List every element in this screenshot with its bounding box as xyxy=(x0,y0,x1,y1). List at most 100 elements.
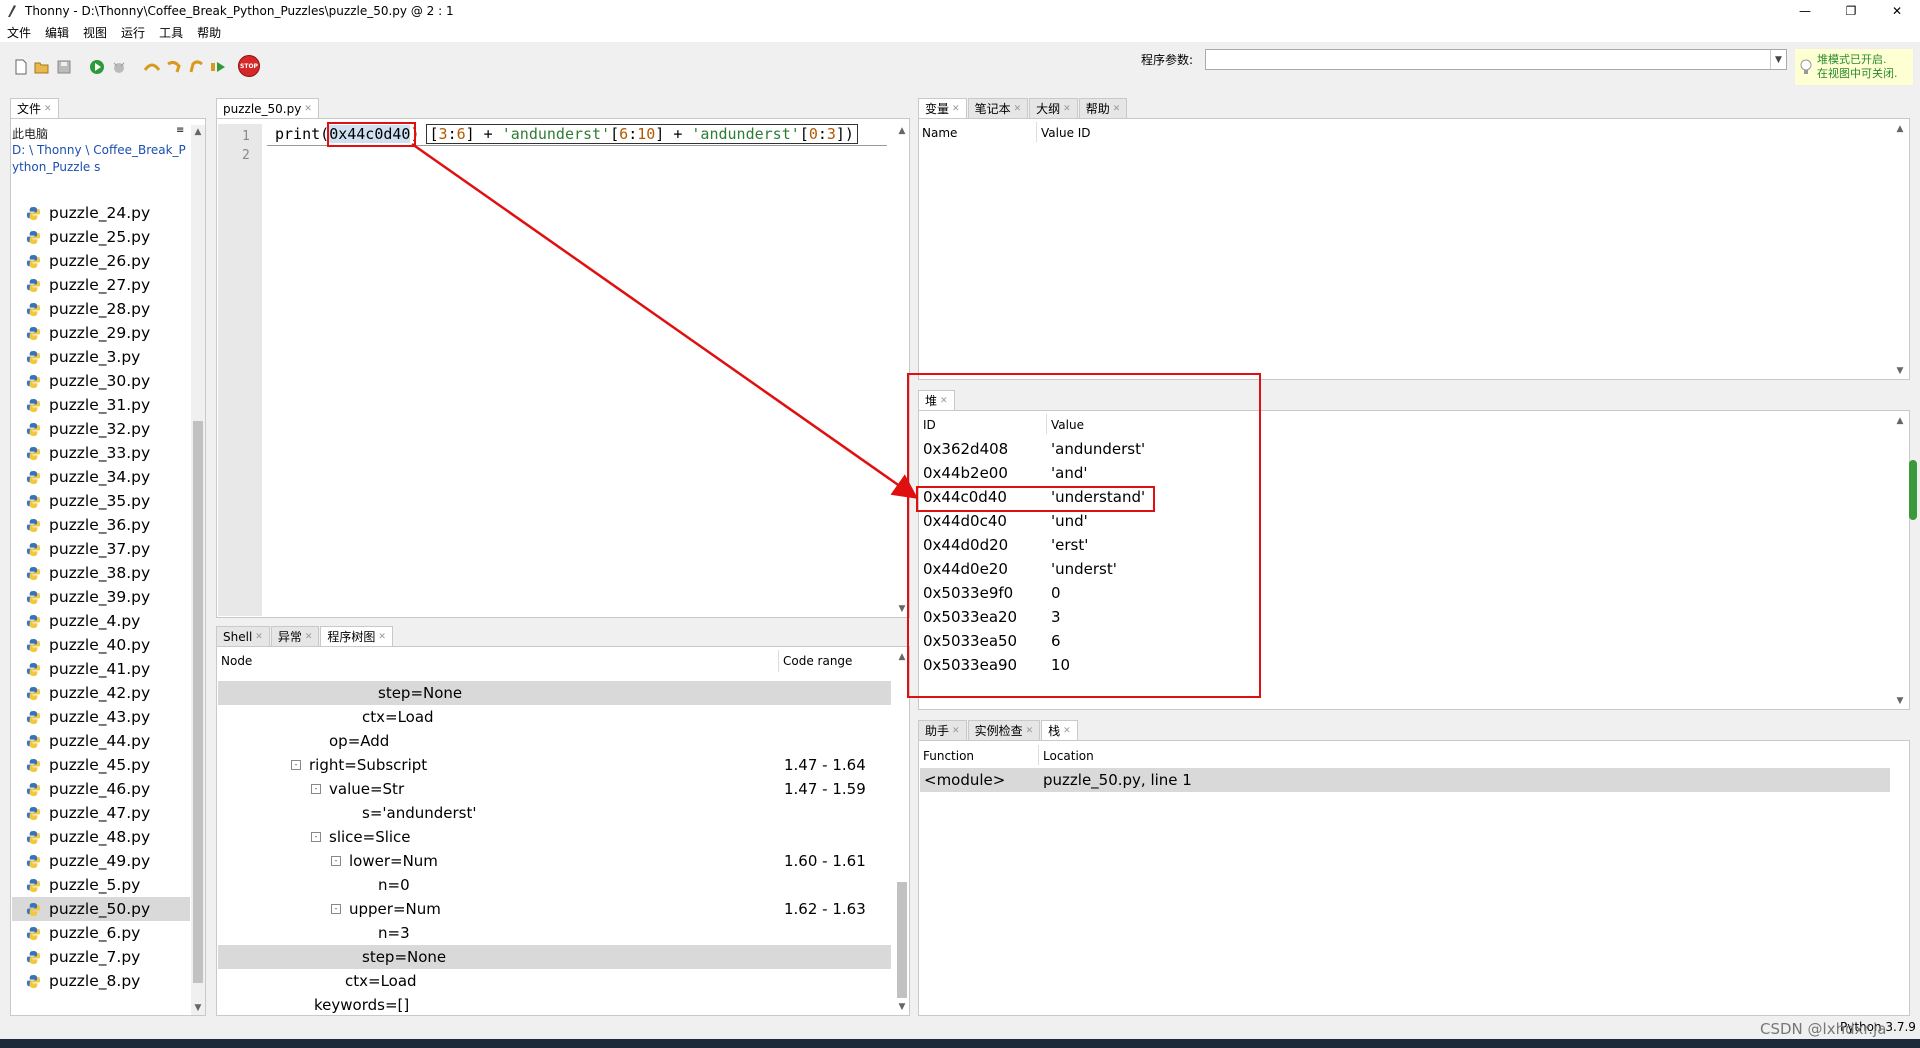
step-over-icon[interactable] xyxy=(143,58,161,76)
file-item[interactable]: puzzle_26.py xyxy=(12,249,190,273)
collapse-toggle-icon[interactable]: - xyxy=(331,904,341,914)
file-item[interactable]: puzzle_44.py xyxy=(12,729,190,753)
close-icon[interactable]: ✕ xyxy=(1113,104,1121,114)
tree-row[interactable]: step=None xyxy=(218,945,891,969)
save-icon[interactable] xyxy=(55,58,73,76)
this-pc-link[interactable]: 此电脑 xyxy=(12,125,190,142)
file-item[interactable]: puzzle_48.py xyxy=(12,825,190,849)
menu-tools[interactable]: 工具 xyxy=(152,24,190,41)
menu-view[interactable]: 视图 xyxy=(76,24,114,41)
close-icon[interactable]: ✕ xyxy=(378,632,386,642)
close-icon[interactable]: ✕ xyxy=(952,104,960,114)
tab-outline[interactable]: 大纲 ✕ xyxy=(1029,98,1078,118)
file-item[interactable]: puzzle_42.py xyxy=(12,681,190,705)
file-item[interactable]: puzzle_31.py xyxy=(12,393,190,417)
stack-frame-row[interactable]: <module> puzzle_50.py, line 1 xyxy=(920,768,1890,792)
tree-row[interactable]: step=None xyxy=(218,681,891,705)
close-icon[interactable]: ✕ xyxy=(1026,726,1034,736)
tab-files[interactable]: 文件 ✕ xyxy=(10,98,59,118)
tree-row[interactable]: s='andunderst' xyxy=(218,801,891,825)
close-icon[interactable]: ✕ xyxy=(1063,104,1071,114)
tree-row[interactable]: ctx=Load xyxy=(218,705,891,729)
tree-row[interactable]: op=Add xyxy=(218,729,891,753)
file-item[interactable]: puzzle_49.py xyxy=(12,849,190,873)
scroll-up-icon[interactable]: ▲ xyxy=(1893,122,1907,136)
file-item[interactable]: puzzle_7.py xyxy=(12,945,190,969)
debug-icon[interactable] xyxy=(110,58,128,76)
scroll-up-icon[interactable]: ▲ xyxy=(191,125,205,139)
file-item[interactable]: puzzle_27.py xyxy=(12,273,190,297)
program-args-input[interactable]: ▼ xyxy=(1205,49,1787,70)
tab-variables[interactable]: 变量 ✕ xyxy=(918,98,967,118)
scroll-down-icon[interactable]: ▼ xyxy=(1893,364,1907,378)
tab-exception[interactable]: 异常 ✕ xyxy=(270,626,320,646)
file-item[interactable]: puzzle_24.py xyxy=(12,201,190,225)
file-item[interactable]: puzzle_29.py xyxy=(12,321,190,345)
close-icon[interactable]: ✕ xyxy=(255,632,263,642)
file-list-scrollbar[interactable]: ▲ ▼ xyxy=(191,125,205,1015)
tree-row[interactable]: keywords=[] xyxy=(218,993,891,1017)
tab-puzzle-50[interactable]: puzzle_50.py ✕ xyxy=(216,98,319,118)
menu-help[interactable]: 帮助 xyxy=(190,24,228,41)
tree-row[interactable]: - value=Str 1.47 - 1.59 xyxy=(218,777,891,801)
tab-assistant[interactable]: 助手 ✕ xyxy=(918,720,967,740)
tab-ast[interactable]: 程序树图 ✕ xyxy=(320,626,393,646)
menu-icon[interactable]: ≡ xyxy=(176,125,184,136)
ast-scrollbar[interactable]: ▲ ▼ xyxy=(895,650,909,1014)
close-icon[interactable]: ✕ xyxy=(44,104,52,114)
heap-scrollbar[interactable]: ▲ ▼ xyxy=(1893,414,1907,708)
menu-edit[interactable]: 编辑 xyxy=(38,24,76,41)
file-item[interactable]: puzzle_41.py xyxy=(12,657,190,681)
file-item[interactable]: puzzle_43.py xyxy=(12,705,190,729)
new-file-icon[interactable] xyxy=(12,58,30,76)
scroll-up-icon[interactable]: ▲ xyxy=(895,124,909,138)
run-icon[interactable] xyxy=(88,58,106,76)
tab-shell[interactable]: Shell ✕ xyxy=(216,626,270,646)
scroll-up-icon[interactable]: ▲ xyxy=(1893,414,1907,428)
tree-row[interactable]: - lower=Num 1.60 - 1.61 xyxy=(218,849,891,873)
tree-row[interactable]: - slice=Slice xyxy=(218,825,891,849)
tree-row[interactable]: n=3 xyxy=(218,921,891,945)
file-item[interactable]: puzzle_45.py xyxy=(12,753,190,777)
tab-help[interactable]: 帮助 ✕ xyxy=(1078,98,1128,118)
tab-notebook[interactable]: 笔记本 ✕ xyxy=(967,98,1029,118)
collapse-toggle-icon[interactable]: - xyxy=(331,856,341,866)
close-icon[interactable]: ✕ xyxy=(952,726,960,736)
tree-row[interactable]: n=0 xyxy=(218,873,891,897)
file-item[interactable]: puzzle_46.py xyxy=(12,777,190,801)
scroll-down-icon[interactable]: ▼ xyxy=(191,1001,205,1015)
minimize-button[interactable]: — xyxy=(1782,0,1828,22)
file-item[interactable]: puzzle_28.py xyxy=(12,297,190,321)
current-path[interactable]: D: \ Thonny \ Coffee_Break_Python_Puzzle… xyxy=(12,142,190,176)
tree-row[interactable]: - upper=Num 1.62 - 1.63 xyxy=(218,897,891,921)
file-item[interactable]: puzzle_37.py xyxy=(12,537,190,561)
collapse-toggle-icon[interactable]: - xyxy=(311,784,321,794)
file-item[interactable]: puzzle_34.py xyxy=(12,465,190,489)
scrollbar-thumb[interactable] xyxy=(193,421,203,983)
step-into-icon[interactable] xyxy=(165,58,183,76)
close-button[interactable]: ✕ xyxy=(1874,0,1920,22)
file-item[interactable]: puzzle_4.py xyxy=(12,609,190,633)
tab-object-inspector[interactable]: 实例检查 ✕ xyxy=(967,720,1041,740)
step-out-icon[interactable] xyxy=(187,58,205,76)
side-scroll-indicator[interactable] xyxy=(1909,460,1917,520)
tree-row[interactable]: ctx=Load xyxy=(218,969,891,993)
file-item[interactable]: puzzle_5.py xyxy=(12,873,190,897)
menu-run[interactable]: 运行 xyxy=(114,24,152,41)
collapse-toggle-icon[interactable]: - xyxy=(311,832,321,842)
tab-stack[interactable]: 栈 ✕ xyxy=(1041,720,1078,740)
file-item[interactable]: puzzle_25.py xyxy=(12,225,190,249)
file-item[interactable]: puzzle_40.py xyxy=(12,633,190,657)
file-item[interactable]: puzzle_38.py xyxy=(12,561,190,585)
close-icon[interactable]: ✕ xyxy=(1014,104,1022,114)
maximize-button[interactable]: ❐ xyxy=(1828,0,1874,22)
scroll-down-icon[interactable]: ▼ xyxy=(1893,694,1907,708)
close-icon[interactable]: ✕ xyxy=(305,632,313,642)
file-item[interactable]: puzzle_39.py xyxy=(12,585,190,609)
scrollbar-thumb[interactable] xyxy=(897,882,907,998)
file-item[interactable]: puzzle_36.py xyxy=(12,513,190,537)
open-folder-icon[interactable] xyxy=(33,58,51,76)
close-icon[interactable]: ✕ xyxy=(304,104,312,114)
collapse-toggle-icon[interactable]: - xyxy=(291,760,301,770)
file-item[interactable]: puzzle_32.py xyxy=(12,417,190,441)
